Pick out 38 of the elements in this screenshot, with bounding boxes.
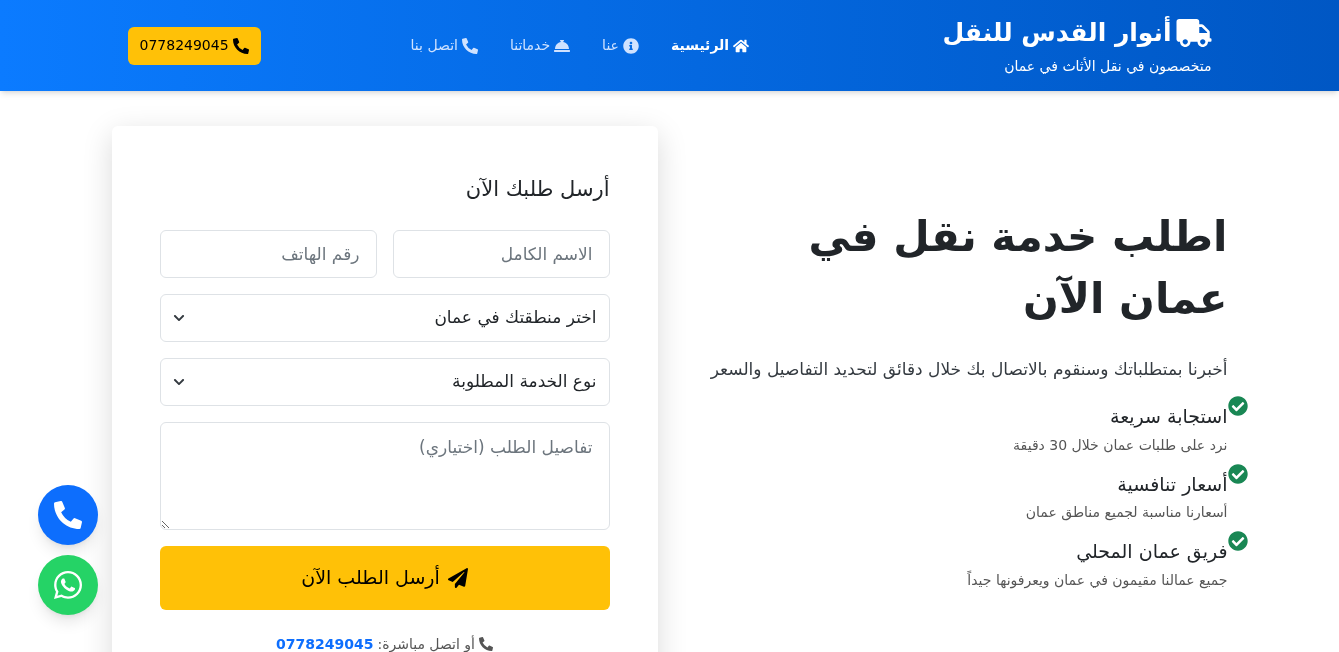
select-field[interactable]: اختر منطقتك في عمان <box>159 293 610 342</box>
phone-link[interactable]: 0778249045 <box>276 633 374 652</box>
feature-title: فريق عمان المحلي <box>1076 539 1228 565</box>
select-field[interactable]: نوع الخدمة المطلوبة <box>159 357 610 406</box>
check-icon <box>1227 463 1248 484</box>
phone-icon <box>54 501 82 529</box>
phone-icon <box>232 37 249 54</box>
check-icon <box>1227 531 1248 551</box>
details-field[interactable]: تفاصيل الطلب (اختياري) <box>159 421 610 530</box>
name-field[interactable]: الاسم الكامل <box>392 229 610 278</box>
bell-icon <box>554 37 571 54</box>
truck-icon <box>1175 19 1212 47</box>
nav-link[interactable]: الرئيسية <box>670 35 750 56</box>
contact-text: أو اتصل مباشرة: <box>377 634 475 652</box>
feature-description: أسعارنا مناسبة لجميع مناطق عمان <box>1024 502 1228 523</box>
phone-icon <box>479 637 493 651</box>
nav-link[interactable]: خدماتنا <box>509 35 571 56</box>
hero-title: اطلب خدمة نقل في عمان الآن <box>807 211 1228 325</box>
feature-description: نرد على طلبات عمان خلال 30 دقيقة <box>1012 435 1228 456</box>
info-icon <box>622 37 639 54</box>
phone-button[interactable]: 0778249045 <box>127 26 261 65</box>
call-button[interactable] <box>38 485 98 545</box>
whatsapp-icon <box>52 569 84 601</box>
feature-description: جميع عمالنا مقيمون في عمان ويعرفونها جيداً <box>966 569 1228 591</box>
phone-icon <box>461 37 478 54</box>
feature-title: استجابة سريعة <box>1109 404 1228 430</box>
home-icon <box>733 37 750 54</box>
check-icon <box>1227 396 1248 416</box>
nav-link[interactable]: عنا <box>602 35 639 56</box>
brand-subtitle: متخصصون في نقل الأثاث في عمان <box>1003 56 1212 77</box>
nav-link[interactable]: اتصل بنا <box>410 35 478 56</box>
form-title: أرسل طلبك الآن <box>464 174 610 203</box>
feature-title: أسعار تنافسية <box>1117 471 1228 498</box>
phone-field[interactable]: رقم الهاتف <box>159 229 377 278</box>
brand-title: أنوار القدس للنقل <box>942 15 1172 50</box>
submit-button[interactable]: أرسل الطلب الآن <box>159 545 610 610</box>
hero-description: أخبرنا بمتطلباتك وسنقوم بالاتصال بك خلال دقائق لتحديد التفاصيل والسعر <box>709 357 1228 381</box>
paper-plane-icon <box>447 567 468 588</box>
